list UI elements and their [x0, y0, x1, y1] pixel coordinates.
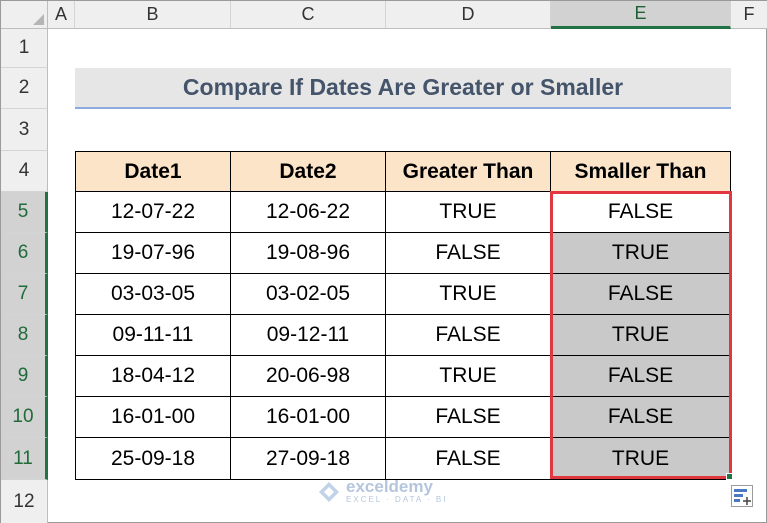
row-header-10[interactable]: 10: [1, 397, 48, 438]
table-cell[interactable]: 16-01-00: [231, 397, 386, 438]
column-header-c[interactable]: C: [231, 1, 386, 29]
selected-cell[interactable]: TRUE: [551, 233, 731, 274]
table-cell[interactable]: 03-03-05: [76, 274, 231, 315]
table-cell[interactable]: 19-08-96: [231, 233, 386, 274]
column-header-f[interactable]: F: [731, 1, 767, 29]
row-header-12[interactable]: 12: [1, 480, 48, 523]
table-cell[interactable]: TRUE: [386, 356, 551, 397]
table-cell[interactable]: 03-02-05: [231, 274, 386, 315]
table-cell[interactable]: FALSE: [386, 233, 551, 274]
table-cell[interactable]: 19-07-96: [76, 233, 231, 274]
column-header-a[interactable]: A: [48, 1, 75, 29]
table-cell[interactable]: FALSE: [386, 315, 551, 356]
table-cell[interactable]: 12-07-22: [76, 192, 231, 233]
row-header-3[interactable]: 3: [1, 109, 48, 151]
exceldemy-watermark: exceldemy EXCEL · DATA · BI: [317, 477, 448, 504]
header-cell-greater-than[interactable]: Greater Than: [386, 152, 551, 192]
quick-analysis-icon: [734, 489, 751, 505]
selected-cell[interactable]: FALSE: [551, 356, 731, 397]
table-cell[interactable]: FALSE: [386, 397, 551, 438]
row-header-8[interactable]: 8: [1, 315, 48, 356]
table-cell[interactable]: 12-06-22: [231, 192, 386, 233]
row-header-9[interactable]: 9: [1, 356, 48, 397]
select-all-icon: [33, 14, 44, 25]
active-cell[interactable]: FALSE: [551, 192, 731, 233]
quick-analysis-button[interactable]: [731, 485, 753, 507]
table-cell[interactable]: 16-01-00: [76, 397, 231, 438]
selected-cell[interactable]: FALSE: [551, 397, 731, 438]
fill-handle[interactable]: [726, 473, 733, 480]
table-cell[interactable]: FALSE: [386, 438, 551, 480]
table-cell[interactable]: 25-09-18: [76, 438, 231, 480]
exceldemy-logo-icon: [319, 481, 339, 502]
row-header-6[interactable]: 6: [1, 233, 48, 274]
row-header-4[interactable]: 4: [1, 151, 48, 192]
header-cell-date2[interactable]: Date2: [231, 152, 386, 192]
table-cell[interactable]: 18-04-12: [76, 356, 231, 397]
row-header-11[interactable]: 11: [1, 438, 48, 480]
table-cell[interactable]: 09-12-11: [231, 315, 386, 356]
row-header-5[interactable]: 5: [1, 192, 48, 233]
selected-cell[interactable]: FALSE: [551, 274, 731, 315]
header-cell-smaller-than[interactable]: Smaller Than: [551, 152, 731, 192]
table-cell[interactable]: 20-06-98: [231, 356, 386, 397]
select-all-button[interactable]: [1, 1, 48, 29]
table-cell[interactable]: 09-11-11: [76, 315, 231, 356]
table-cell[interactable]: TRUE: [386, 274, 551, 315]
column-header-d[interactable]: D: [386, 1, 551, 29]
row-header-1[interactable]: 1: [1, 29, 48, 68]
table-cell[interactable]: 27-09-18: [231, 438, 386, 480]
header-cell-date1[interactable]: Date1: [76, 152, 231, 192]
watermark-name: exceldemy: [346, 477, 433, 496]
selected-cell[interactable]: TRUE: [551, 438, 731, 480]
watermark-tagline: EXCEL · DATA · BI: [346, 495, 448, 504]
sheet-title[interactable]: Compare If Dates Are Greater or Smaller: [75, 68, 731, 109]
column-header-b[interactable]: B: [75, 1, 231, 29]
table-cell[interactable]: TRUE: [386, 192, 551, 233]
row-header-7[interactable]: 7: [1, 274, 48, 315]
spreadsheet-grid[interactable]: A B C D E F 1 2 3 4 5 6 7 8 9 10 11 12 C…: [0, 0, 767, 523]
column-header-e[interactable]: E: [551, 1, 731, 29]
selected-cell[interactable]: TRUE: [551, 315, 731, 356]
row-header-2[interactable]: 2: [1, 68, 48, 109]
